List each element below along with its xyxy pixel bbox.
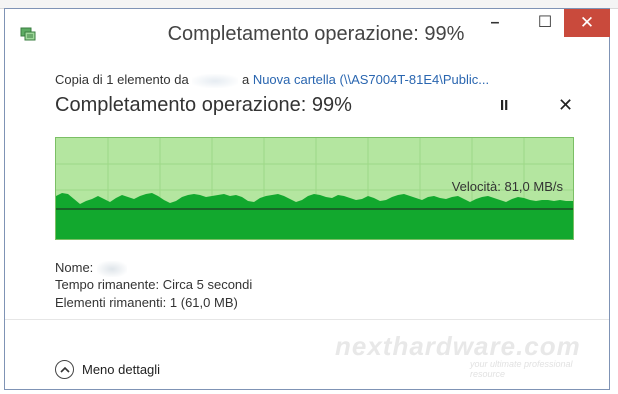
time-remaining-value: Circa 5 secondi xyxy=(162,277,253,292)
less-details-toggle[interactable]: Meno dettagli xyxy=(55,357,160,381)
items-remaining-row: Elementi rimanenti: 1 (61,0 MB) xyxy=(55,295,238,310)
copy-description: Copia di 1 elemento da a Nuova cartella … xyxy=(55,72,489,88)
throughput-area xyxy=(56,193,573,239)
destination-folder-link[interactable]: Nuova cartella (\\AS7004T-81E4\Public... xyxy=(253,72,489,87)
maximize-button[interactable]: ☐ xyxy=(525,9,565,37)
speed-label: Velocità: 81,0 MB/s xyxy=(451,179,563,194)
title-bar: Completamento operazione: 99% – ☐ ✕ xyxy=(5,9,610,61)
minimize-button[interactable]: – xyxy=(475,9,515,37)
copy-middle: a xyxy=(241,72,250,87)
time-remaining-row: Tempo rimanente: Circa 5 secondi xyxy=(55,277,252,292)
name-label: Nome: xyxy=(55,260,94,275)
copy-progress-dialog: Completamento operazione: 99% – ☐ ✕ Copi… xyxy=(4,8,610,390)
close-button[interactable]: ✕ xyxy=(564,9,610,37)
progress-heading: Completamento operazione: 99% xyxy=(55,94,352,116)
watermark-logo: nexthardware.com xyxy=(335,331,581,361)
time-remaining-label: Tempo rimanente: xyxy=(55,277,160,292)
source-folder-link[interactable] xyxy=(192,73,239,88)
items-remaining-value: 1 (61,0 MB) xyxy=(169,295,238,310)
chevron-up-icon xyxy=(55,359,74,379)
window-title: Completamento operazione: 99% xyxy=(167,23,465,45)
name-row: Nome: xyxy=(55,260,127,277)
transfer-speed-graph: Velocità: 81,0 MB/s xyxy=(55,137,574,240)
less-details-label: Meno dettagli xyxy=(82,361,161,377)
copy-prefix: Copia di 1 elemento da xyxy=(55,72,189,87)
items-remaining-label: Elementi rimanenti: xyxy=(55,295,167,310)
pause-button[interactable]: II xyxy=(500,97,508,114)
footer-divider xyxy=(5,319,609,320)
watermark-tagline: your ultimate professional resource xyxy=(470,359,573,379)
file-name-value xyxy=(96,260,127,277)
cancel-button[interactable]: ✕ xyxy=(558,95,573,116)
